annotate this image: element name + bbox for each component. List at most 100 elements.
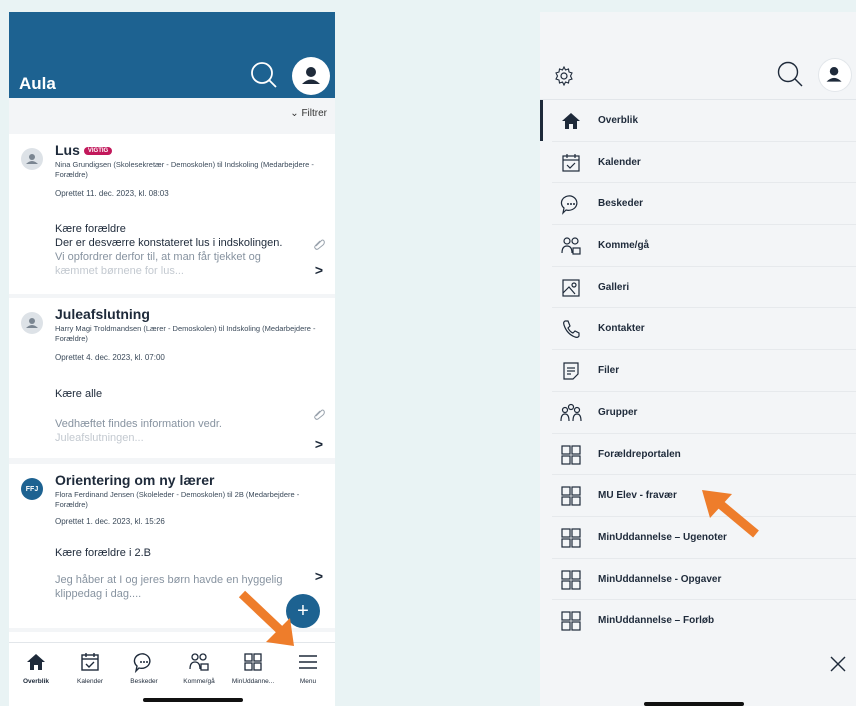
post-line: kæmmet børnene for lus...: [55, 265, 184, 276]
phone-icon: [563, 320, 580, 339]
nav-label: MinUddanne...: [231, 678, 275, 685]
menu-item-overblik[interactable]: Overblik: [540, 100, 856, 142]
app-title: Aula: [19, 74, 56, 93]
home-indicator: [644, 702, 744, 706]
menu-item-kalender[interactable]: Kalender: [552, 142, 856, 184]
people-icon: [561, 237, 581, 255]
menu-item-label: MinUddannelse - Opgaver: [598, 573, 722, 585]
profile-avatar-button[interactable]: [292, 57, 330, 95]
paperclip-icon: [314, 239, 325, 250]
menu-item-label: Kalender: [598, 156, 641, 168]
menu-item-foraeldreportalen[interactable]: Forældreportalen: [552, 434, 856, 476]
status-badge: VIGTIG: [83, 147, 113, 156]
post-line: Vedhæftet findes information vedr.: [55, 418, 222, 430]
avatar: [21, 312, 43, 334]
grid-icon: [561, 528, 581, 548]
nav-label: Menu: [299, 678, 317, 685]
nav-label: Kalender: [76, 678, 104, 685]
calendar-icon: [562, 153, 580, 172]
post-title: Orientering om ny lærer: [55, 472, 215, 488]
menu-item-beskeder[interactable]: Beskeder: [552, 183, 856, 226]
chevron-right-icon[interactable]: >: [315, 568, 323, 584]
grid-icon: [561, 611, 581, 631]
post-title: Juleafslutning: [55, 306, 150, 322]
menu-item-grupper[interactable]: Grupper: [552, 392, 856, 434]
menu-item-label: Kontakter: [598, 323, 645, 335]
chevron-right-icon[interactable]: >: [315, 262, 323, 278]
menu-item-label: Filer: [598, 365, 620, 377]
chat-icon: [133, 653, 151, 673]
group-icon: [560, 403, 582, 421]
post-meta: Harry Magi Troldmandsen (Lærer - Demosko…: [55, 324, 316, 343]
right-phone-screen: Overblik Kalender Beskeder Komme/gå Gall…: [540, 12, 856, 706]
menu-item-label: Beskeder: [598, 198, 644, 210]
menu-item-filer[interactable]: Filer: [552, 350, 856, 392]
post-line: Juleafslutningen...: [55, 432, 144, 444]
menu-item-label: Komme/gå: [598, 240, 650, 252]
menu-list: Overblik Kalender Beskeder Komme/gå Gall…: [540, 100, 856, 642]
menu-item-galleri[interactable]: Galleri: [552, 267, 856, 309]
close-icon[interactable]: [830, 656, 846, 672]
menu-item-komme-ga[interactable]: Komme/gå: [552, 225, 856, 267]
nav-kalender[interactable]: Kalender: [63, 651, 117, 685]
menu-item-label: MU Elev - fravær: [598, 490, 677, 502]
post-meta: Nina Grundigsen (Skolesekretær - Demosko…: [55, 160, 314, 179]
post-line: Jeg håber at I og jeres børn havde en hy…: [55, 574, 283, 586]
post-meta: Flora Ferdinand Jensen (Skoleleder - Dem…: [55, 490, 300, 509]
nav-overblik[interactable]: Overblik: [9, 651, 63, 685]
menu-item-kontakter[interactable]: Kontakter: [552, 308, 856, 351]
menu-item-label: Grupper: [598, 406, 638, 418]
chat-icon: [560, 195, 578, 216]
home-icon: [27, 654, 45, 670]
top-bar: Aula: [9, 12, 335, 98]
post-created: Oprettet 4. dec. 2023, kl. 07:00: [55, 353, 165, 362]
user-icon: [302, 67, 320, 84]
calendar-icon: [81, 653, 99, 671]
user-icon: [26, 318, 38, 328]
people-icon: [189, 653, 209, 671]
menu-item-label: Forældreportalen: [598, 448, 681, 460]
post-created: Oprettet 1. dec. 2023, kl. 15:26: [55, 517, 165, 526]
post-line: Kære alle: [55, 388, 103, 400]
annotation-arrow-icon: [702, 490, 759, 538]
menu-item-label: Galleri: [598, 281, 630, 293]
avatar: FFJ: [21, 478, 43, 500]
gallery-icon: [562, 279, 580, 297]
nav-menu[interactable]: Menu: [281, 651, 335, 685]
post-card[interactable]: Juleafslutning Harry Magi Troldmandsen (…: [9, 298, 335, 458]
chevron-right-icon[interactable]: >: [315, 436, 323, 452]
post-line: Kære forældre: [55, 223, 126, 235]
menu-item-minuddannelse-forloeb[interactable]: MinUddannelse – Forløb: [552, 600, 856, 642]
nav-label: Overblik: [22, 678, 49, 685]
nav-label: Komme/gå: [183, 678, 215, 685]
search-icon[interactable]: [249, 60, 279, 90]
menu-item-label: MinUddannelse – Forløb: [598, 615, 715, 627]
search-icon[interactable]: [776, 60, 804, 88]
filter-button[interactable]: ⌄ Filtrer: [290, 108, 327, 119]
post-line: Der er desværre konstateret lus i indsko…: [55, 237, 283, 249]
filter-label: Filtrer: [301, 108, 327, 119]
home-icon: [562, 113, 580, 129]
user-icon: [826, 67, 842, 82]
paperclip-icon: [314, 409, 325, 420]
hamburger-icon: [299, 655, 317, 669]
nav-komme-ga[interactable]: Komme/gå: [172, 651, 226, 685]
profile-avatar-button[interactable]: [818, 58, 852, 92]
post-card[interactable]: Lus VIGTIG Nina Grundigsen (Skolesekretær…: [9, 134, 335, 294]
post-title: Lus VIGTIG: [55, 142, 113, 158]
gear-icon[interactable]: [554, 66, 574, 86]
post-line: Kære forældre i 2.B: [55, 547, 151, 559]
user-icon: [26, 154, 38, 164]
bottom-nav: Overblik Kalender Beskeder Komme/gå MinU…: [9, 642, 335, 706]
nav-minuddannelse[interactable]: MinUddanne...: [226, 651, 280, 685]
grid-icon: [561, 444, 581, 465]
avatar: [21, 148, 43, 170]
menu-item-minuddannelse-opgaver[interactable]: MinUddannelse - Opgaver: [552, 559, 856, 601]
annotation-arrow-icon: [238, 590, 294, 646]
menu-header: [540, 12, 856, 100]
grid-icon: [561, 569, 581, 590]
nav-label: Beskeder: [130, 678, 158, 685]
filter-row: ⌄ Filtrer: [9, 98, 335, 130]
nav-beskeder[interactable]: Beskeder: [117, 651, 171, 685]
post-created: Oprettet 11. dec. 2023, kl. 08:03: [55, 189, 169, 198]
